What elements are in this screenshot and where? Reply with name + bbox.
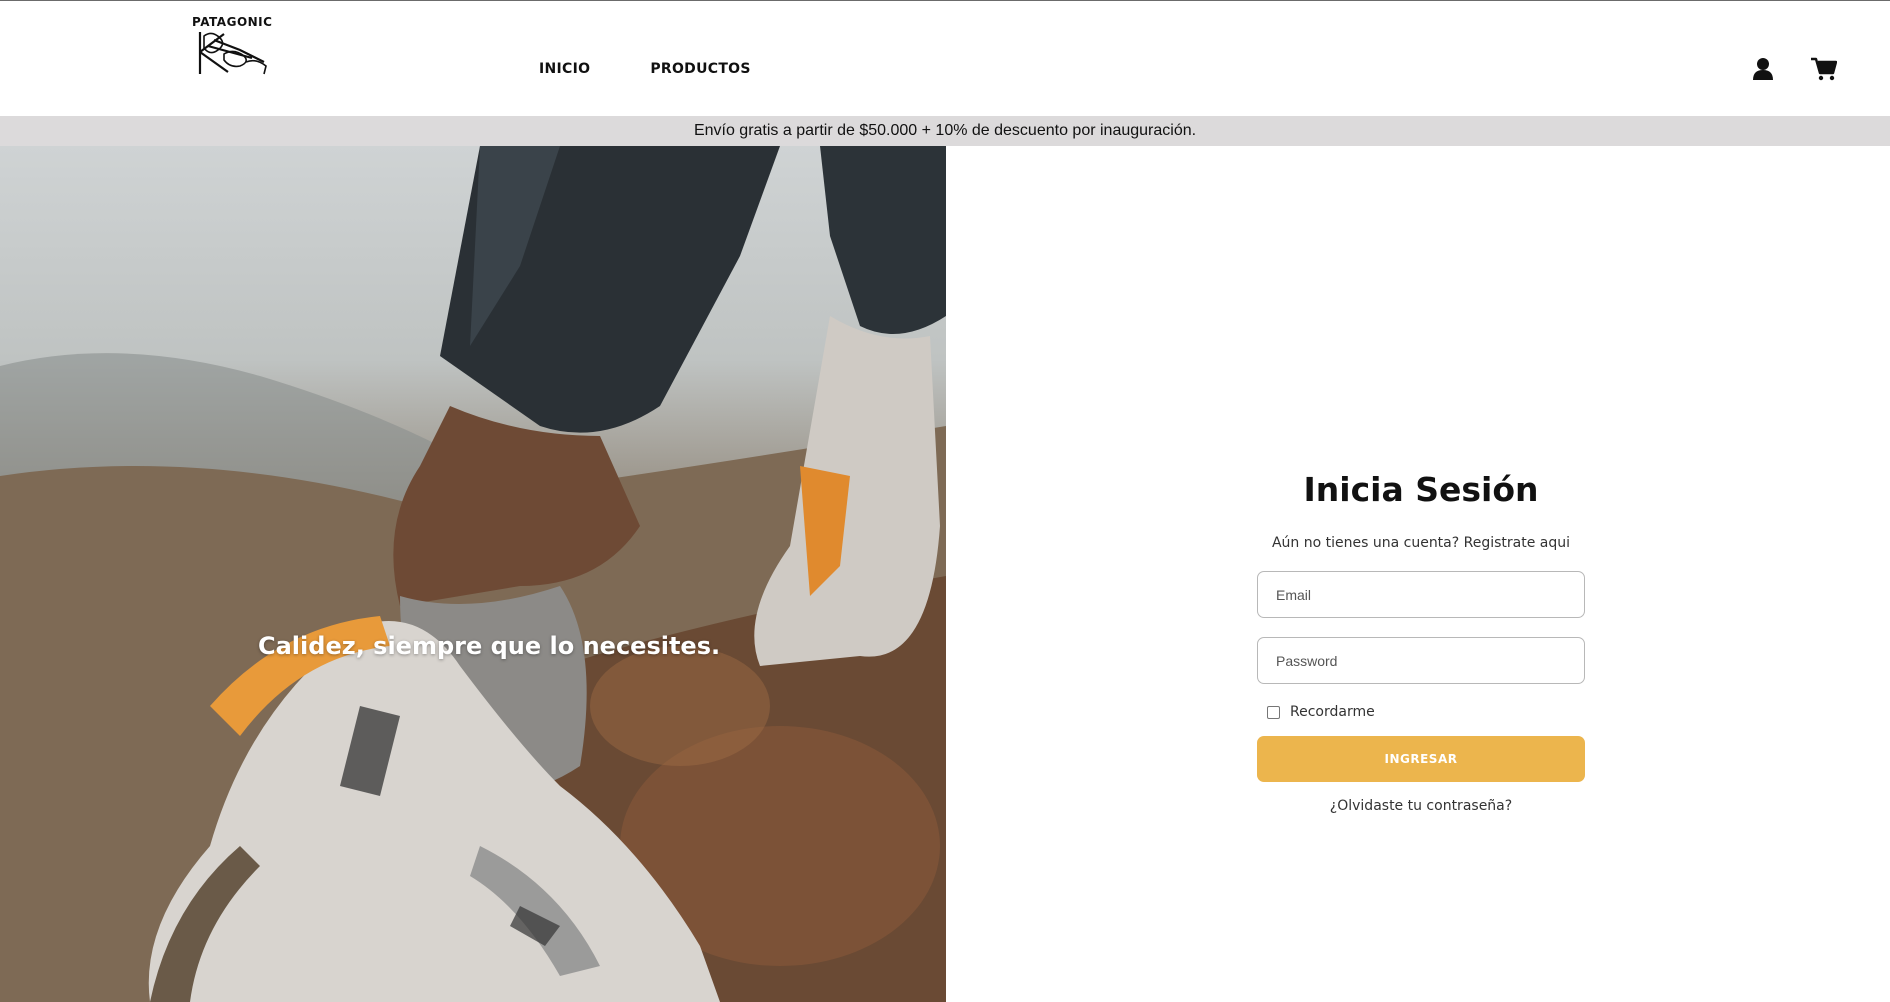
logo[interactable]: PATAGONIC [192, 15, 282, 79]
hiking-shoes-photo [0, 146, 946, 1002]
remember-checkbox[interactable] [1267, 705, 1280, 719]
hero-image: Calidez, siempre que lo necesites. [0, 146, 946, 1002]
cart-icon[interactable] [1811, 57, 1838, 81]
register-prefix: Aún no tienes una cuenta? [1271, 535, 1460, 551]
login-form: Inicia Sesión Aún no tienes una cuenta? … [1257, 470, 1585, 814]
forgot-password-link[interactable]: ¿Olvidaste tu contraseña? [1257, 798, 1585, 814]
user-icon[interactable] [1752, 57, 1774, 81]
nav-item-productos[interactable]: PRODUCTOS [650, 61, 750, 77]
hero-caption: Calidez, siempre que lo necesites. [258, 632, 721, 660]
register-link[interactable]: Registrate aqui [1464, 535, 1570, 551]
main-nav: INICIO PRODUCTOS [539, 61, 751, 77]
login-button[interactable]: INGRESAR [1257, 736, 1585, 782]
remember-me[interactable]: Recordarme [1257, 704, 1585, 720]
promo-text: Envío gratis a partir de $50.000 + 10% d… [693, 122, 1197, 139]
password-field[interactable] [1257, 637, 1585, 684]
promo-banner: Envío gratis a partir de $50.000 + 10% d… [0, 116, 1890, 146]
logo-text: PATAGONIC [192, 15, 273, 29]
site-header: PATAGONIC INICIO PRODUCTOS [0, 1, 1890, 116]
register-prompt: Aún no tienes una cuenta? Registrate aqu… [1257, 535, 1585, 551]
email-field[interactable] [1257, 571, 1585, 618]
page-title: Inicia Sesión [1303, 470, 1539, 509]
nav-item-inicio[interactable]: INICIO [539, 61, 590, 77]
remember-label: Recordarme [1290, 704, 1375, 720]
logo-mark-icon [198, 32, 267, 75]
